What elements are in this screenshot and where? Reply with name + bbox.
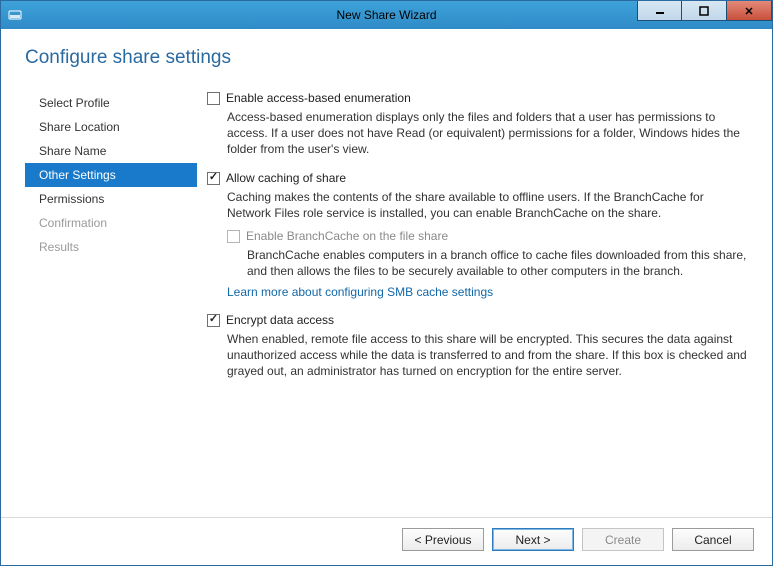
option-enable-abe: Enable access-based enumeration Access-b… [207, 91, 748, 157]
minimize-button[interactable] [637, 1, 682, 21]
label-branchcache: Enable BranchCache on the file share [246, 229, 448, 243]
footer: < Previous Next > Create Cancel [1, 517, 772, 565]
cancel-button[interactable]: Cancel [672, 528, 754, 551]
nav-select-profile[interactable]: Select Profile [25, 91, 197, 115]
nav-share-location[interactable]: Share Location [25, 115, 197, 139]
label-enable-abe: Enable access-based enumeration [226, 91, 411, 105]
label-encrypt: Encrypt data access [226, 313, 334, 327]
close-button[interactable] [727, 1, 772, 21]
nav-permissions[interactable]: Permissions [25, 187, 197, 211]
desc-branchcache: BranchCache enables computers in a branc… [247, 247, 748, 279]
desc-allow-caching: Caching makes the contents of the share … [227, 189, 748, 221]
settings-panel: Enable access-based enumeration Access-b… [197, 91, 754, 517]
nav-other-settings[interactable]: Other Settings [25, 163, 197, 187]
checkbox-encrypt[interactable] [207, 314, 220, 327]
option-encrypt: Encrypt data access When enabled, remote… [207, 313, 748, 379]
wizard-nav: Select Profile Share Location Share Name… [25, 91, 197, 517]
desc-enable-abe: Access-based enumeration displays only t… [227, 109, 748, 157]
checkbox-branchcache [227, 230, 240, 243]
checkbox-enable-abe[interactable] [207, 92, 220, 105]
maximize-button[interactable] [682, 1, 727, 21]
option-allow-caching: Allow caching of share Caching makes the… [207, 171, 748, 299]
title-bar: New Share Wizard [1, 1, 772, 29]
next-button[interactable]: Next > [492, 528, 574, 551]
nav-confirmation: Confirmation [25, 211, 197, 235]
create-button: Create [582, 528, 664, 551]
wizard-window: New Share Wizard Configure share setting… [0, 0, 773, 566]
window-controls [637, 1, 772, 29]
nav-results: Results [25, 235, 197, 259]
nav-share-name[interactable]: Share Name [25, 139, 197, 163]
content-area: Configure share settings Select Profile … [1, 29, 772, 517]
body: Select Profile Share Location Share Name… [25, 91, 754, 517]
option-branchcache: Enable BranchCache on the file share Bra… [227, 229, 748, 279]
label-allow-caching: Allow caching of share [226, 171, 346, 185]
desc-encrypt: When enabled, remote file access to this… [227, 331, 748, 379]
link-smb-cache-learn-more[interactable]: Learn more about configuring SMB cache s… [227, 285, 493, 299]
app-icon [7, 7, 23, 23]
page-title: Configure share settings [25, 47, 754, 69]
checkbox-allow-caching[interactable] [207, 172, 220, 185]
previous-button[interactable]: < Previous [402, 528, 484, 551]
